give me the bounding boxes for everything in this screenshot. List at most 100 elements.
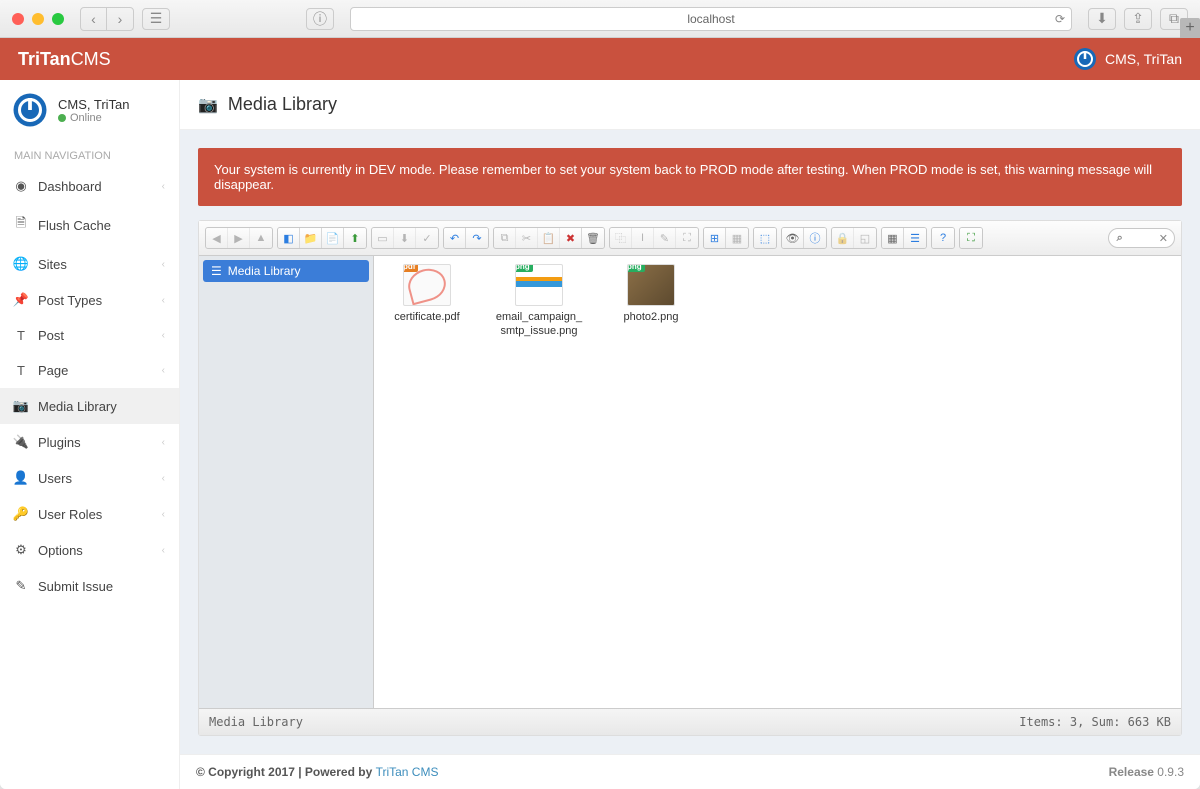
sidebar-item-dashboard[interactable]: ◉Dashboard‹ (0, 168, 179, 204)
nav-label: Sites (38, 257, 67, 272)
nav-icon: ◉ (14, 178, 28, 194)
fm-up-button[interactable]: ▲ (250, 228, 272, 248)
file-thumb: pdf (403, 264, 451, 306)
fm-mkdir-button[interactable]: 📁 (300, 228, 322, 248)
file-item[interactable]: pngphoto2.png (606, 264, 696, 324)
nav-icon: 🔌 (14, 434, 28, 450)
fm-forward-button[interactable]: ▶ (228, 228, 250, 248)
fm-resize-button[interactable]: ⛶ (676, 228, 698, 248)
chevron-left-icon: ‹ (162, 545, 165, 556)
back-icon[interactable]: ‹ (81, 8, 107, 30)
reload-icon[interactable]: ⟳ (1055, 12, 1065, 26)
fm-rm-button[interactable]: ✖ (560, 228, 582, 248)
site-info-icon[interactable]: ⓘ (306, 8, 334, 30)
sidebar: CMS, TriTan Online MAIN NAVIGATION ◉Dash… (0, 80, 180, 789)
file-name: email_campaign_smtp_issue.png (494, 310, 584, 339)
nav-icon: ⚙ (14, 542, 28, 558)
nav-label: Page (38, 363, 68, 378)
sidebar-item-media-library[interactable]: 📷Media Library (0, 388, 179, 424)
chevron-left-icon: ‹ (162, 509, 165, 520)
fm-info-button[interactable]: ⓘ (804, 228, 826, 248)
fm-cut-button[interactable]: ✂ (516, 228, 538, 248)
file-manager: ◀▶▲ ◧📁📄⬆ ▭⬇✓ ↶↷ ⧉✂📋✖🗑 ⿻I✎⛶ ⊞▦ ⬚ 👁ⓘ 🔒◱ ▦☰ (198, 220, 1182, 736)
fm-rename-button[interactable]: I (632, 228, 654, 248)
nav-header: MAIN NAVIGATION (0, 140, 179, 168)
url-text: localhost (687, 12, 734, 26)
url-bar[interactable]: localhost ⟳ (350, 7, 1072, 31)
file-item[interactable]: pngemail_campaign_smtp_issue.png (494, 264, 584, 339)
sidebar-item-users[interactable]: 👤Users‹ (0, 460, 179, 496)
downloads-icon[interactable]: ⬇ (1088, 8, 1116, 30)
fm-archive-button[interactable]: ▦ (726, 228, 748, 248)
fm-file-grid[interactable]: pdfcertificate.pdfpngemail_campaign_smtp… (374, 256, 1181, 708)
footer-link[interactable]: TriTan CMS (376, 765, 439, 779)
fm-view-list-button[interactable]: ☰ (904, 228, 926, 248)
nav-icon: T (14, 363, 28, 378)
nav-label: Post Types (38, 293, 102, 308)
nav-label: Options (38, 543, 83, 558)
sidebar-item-page[interactable]: TPage‹ (0, 353, 179, 388)
fm-upload-button[interactable]: ⬆ (344, 228, 366, 248)
user-status: Online (58, 112, 130, 124)
fm-tree: ☰Media Library (199, 256, 374, 708)
filetype-badge: pdf (403, 264, 418, 272)
file-item[interactable]: pdfcertificate.pdf (382, 264, 472, 324)
fm-statusbar: Media Library Items: 3, Sum: 663 KB (199, 708, 1181, 735)
fm-redo-button[interactable]: ↷ (466, 228, 488, 248)
camera-icon: 📷 (198, 95, 218, 115)
sidebar-item-sites[interactable]: 🌐Sites‹ (0, 246, 179, 282)
new-tab-button[interactable]: + (1180, 18, 1200, 38)
fm-help-button[interactable]: ? (932, 228, 954, 248)
fm-selectall-button[interactable]: ⬚ (754, 228, 776, 248)
fm-netmount-button[interactable]: ◧ (278, 228, 300, 248)
fm-paste-button[interactable]: 📋 (538, 228, 560, 248)
chevron-left-icon: ‹ (162, 473, 165, 484)
fm-hide-button[interactable]: ◱ (854, 228, 876, 248)
nav-icon: 📌 (14, 292, 28, 308)
sidebar-item-user-roles[interactable]: 🔑User Roles‹ (0, 496, 179, 532)
fm-copy-button[interactable]: ⧉ (494, 228, 516, 248)
window-minimize-icon[interactable] (32, 13, 44, 25)
sidebar-item-flush-cache[interactable]: 🗎Flush Cache (0, 204, 179, 246)
user-name: CMS, TriTan (58, 97, 130, 112)
sidebar-item-submit-issue[interactable]: ✎Submit Issue (0, 568, 179, 604)
fm-extract-button[interactable]: ⊞ (704, 228, 726, 248)
window-zoom-icon[interactable] (52, 13, 64, 25)
brand-logo[interactable]: TriTanCMS (18, 49, 111, 70)
fm-chmod-button[interactable]: 🔒 (832, 228, 854, 248)
window-close-icon[interactable] (12, 13, 24, 25)
fm-duplicate-button[interactable]: ⿻ (610, 228, 632, 248)
clear-search-icon[interactable]: ✕ (1159, 232, 1168, 245)
fm-empty-button[interactable]: 🗑 (582, 228, 604, 248)
sidebar-item-plugins[interactable]: 🔌Plugins‹ (0, 424, 179, 460)
fm-preview-button[interactable]: 👁 (782, 228, 804, 248)
header-user-name: CMS, TriTan (1105, 51, 1182, 67)
power-icon (1073, 47, 1097, 71)
fm-open-button[interactable]: ▭ (372, 228, 394, 248)
fm-edit-button[interactable]: ✎ (654, 228, 676, 248)
fm-back-button[interactable]: ◀ (206, 228, 228, 248)
fm-getfile-button[interactable]: ✓ (416, 228, 438, 248)
fm-undo-button[interactable]: ↶ (444, 228, 466, 248)
sidebar-item-post-types[interactable]: 📌Post Types‹ (0, 282, 179, 318)
share-icon[interactable]: ⇪ (1124, 8, 1152, 30)
chevron-left-icon: ‹ (162, 330, 165, 341)
fm-mkfile-button[interactable]: 📄 (322, 228, 344, 248)
header-user-menu[interactable]: CMS, TriTan (1073, 47, 1182, 71)
sidebar-item-post[interactable]: TPost‹ (0, 318, 179, 353)
sidebar-item-options[interactable]: ⚙ Options ‹ (0, 532, 179, 568)
forward-icon[interactable]: › (107, 8, 133, 30)
file-thumb: png (627, 264, 675, 306)
sidebar-toggle-icon[interactable]: ☰ (142, 8, 170, 30)
fm-search[interactable]: ⌕✕ (1108, 228, 1175, 248)
drive-icon: ☰ (211, 264, 222, 278)
nav-icon: 🔑 (14, 506, 28, 522)
user-avatar-icon (12, 92, 48, 128)
fm-view-icons-button[interactable]: ▦ (882, 228, 904, 248)
nav-back-forward[interactable]: ‹ › (80, 7, 134, 31)
fm-fullscreen-button[interactable]: ⛶ (960, 228, 982, 248)
nav-icon: T (14, 328, 28, 343)
nav-label: Users (38, 471, 72, 486)
fm-download-button[interactable]: ⬇ (394, 228, 416, 248)
tree-root[interactable]: ☰Media Library (203, 260, 369, 282)
